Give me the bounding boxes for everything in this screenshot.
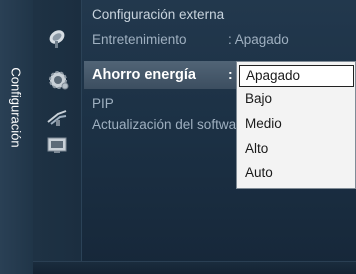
input-source-icon	[46, 135, 68, 160]
icon-column	[33, 0, 82, 274]
option-alto[interactable]: Alto	[239, 139, 354, 161]
side-tab[interactable]: Configuración	[0, 0, 34, 274]
option-medio[interactable]: Medio	[239, 114, 354, 136]
menu-item-configuracion-externa[interactable]: Configuración externa	[92, 7, 224, 22]
menu-item-ahorro-energia[interactable]: Ahorro energía	[92, 67, 196, 83]
side-tab-label: Configuración	[8, 67, 24, 148]
satellite-dish-icon	[46, 27, 68, 54]
side-tab-label-wrap: Configuración	[3, 55, 29, 160]
option-auto[interactable]: Auto	[239, 163, 354, 185]
ahorro-energia-colon: :	[228, 66, 233, 82]
menu-item-actualizacion-software[interactable]: Actualización del software	[92, 117, 248, 132]
option-apagado[interactable]: Apagado	[239, 65, 354, 87]
menu-item-entretenimiento[interactable]: Entretenimiento	[92, 32, 187, 47]
antenna-icon	[46, 108, 68, 133]
option-bajo[interactable]: Bajo	[239, 89, 354, 111]
entretenimiento-value: : Apagado	[228, 32, 289, 47]
gear-icon	[46, 68, 70, 97]
ahorro-energia-dropdown[interactable]: Apagado Bajo Medio Alto Auto	[236, 61, 356, 189]
menu-item-pip[interactable]: PIP	[92, 96, 114, 111]
bottom-bar	[33, 261, 356, 274]
settings-screen: Configuración Configuración externa Entr…	[0, 0, 356, 274]
